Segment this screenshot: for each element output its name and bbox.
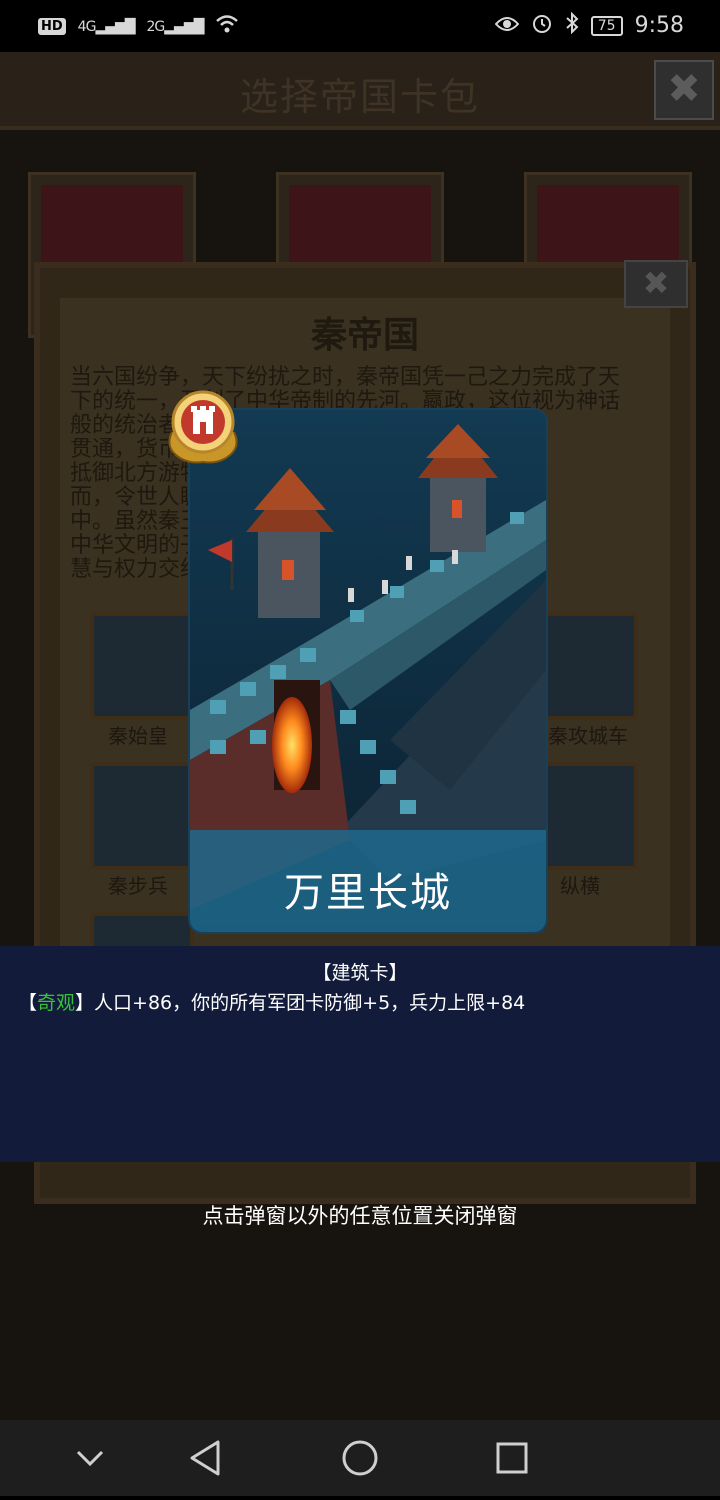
signal-4g-icon: 4G▂▄▆█ xyxy=(77,18,136,35)
card-title: 万里长城 xyxy=(284,870,452,916)
close-icon[interactable]: ✖ xyxy=(654,60,714,120)
close-hint: 点击弹窗以外的任意位置关闭弹窗 xyxy=(202,1204,518,1228)
unit-portrait[interactable] xyxy=(534,612,638,720)
alarm-icon xyxy=(531,12,553,39)
hd-icon: HD xyxy=(38,18,66,35)
close-popup-icon[interactable]: ✖ xyxy=(624,260,688,308)
unit-portrait[interactable] xyxy=(90,762,194,870)
unit-portrait[interactable] xyxy=(90,612,194,720)
status-bar: HD 4G▂▄▆█ 2G▂▄▆█ 75 9:58 xyxy=(0,0,720,52)
card-description-panel: 【建筑卡】 【奇观】人口+86，你的所有军团卡防御+5，兵力上限+84 xyxy=(0,946,720,1162)
card-title-bar: 万里长城 xyxy=(190,830,546,932)
eye-icon xyxy=(494,14,520,38)
unit-name: 秦步兵 xyxy=(108,874,168,898)
clock: 9:58 xyxy=(634,13,684,38)
navigation-bar xyxy=(0,1420,720,1496)
empire-title: 秦帝国 xyxy=(310,314,419,356)
card-effect: 【奇观】人口+86，你的所有军团卡防御+5，兵力上限+84 xyxy=(18,992,526,1014)
chevron-down-icon[interactable] xyxy=(52,1420,128,1496)
home-icon[interactable] xyxy=(322,1420,398,1496)
unit-portrait[interactable] xyxy=(534,762,638,870)
signal-2g-icon: 2G▂▄▆█ xyxy=(146,18,205,35)
bluetooth-icon xyxy=(565,11,579,39)
top-bar: 选择帝国卡包 ✖ xyxy=(0,52,720,130)
wifi-icon xyxy=(215,14,239,39)
back-icon[interactable] xyxy=(168,1420,244,1496)
screen-title: 选择帝国卡包 xyxy=(239,75,480,119)
card-type-label: 【建筑卡】 xyxy=(312,962,408,984)
battery-icon: 75 xyxy=(590,15,623,36)
unit-name: 秦始皇 xyxy=(108,724,168,748)
building-card[interactable]: 万里长城 xyxy=(190,410,546,932)
recents-icon[interactable] xyxy=(474,1420,550,1496)
effect-keyword: 奇观 xyxy=(37,992,76,1014)
tower-icon xyxy=(160,384,246,466)
